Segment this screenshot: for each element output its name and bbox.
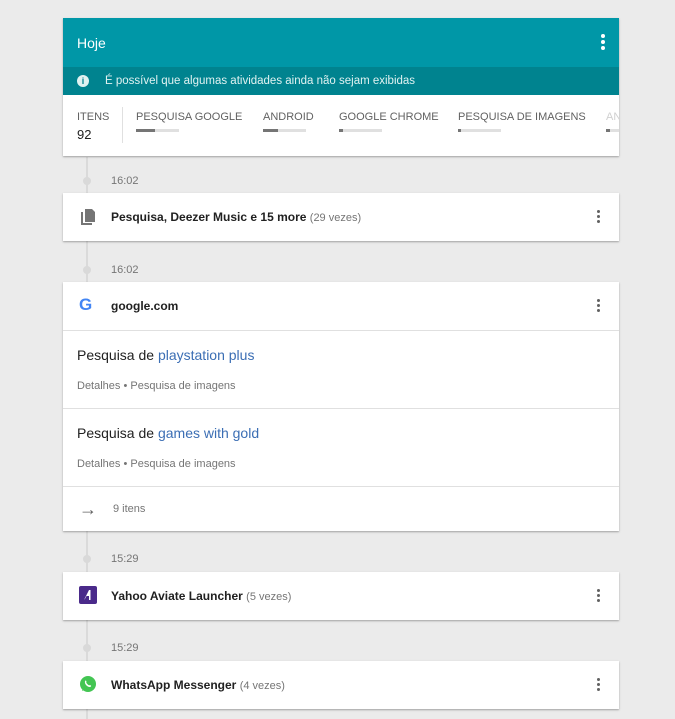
day-header: Hoje — [63, 18, 619, 67]
stat-bar — [606, 129, 619, 132]
search-line: Pesquisa de playstation plus — [77, 347, 605, 363]
search-item[interactable]: Pesquisa de games with gold Detalhes • P… — [63, 409, 619, 486]
activity-title-text: WhatsApp Messenger — [111, 678, 237, 692]
activity-count: (4 vezes) — [239, 680, 285, 692]
stat-bar — [458, 129, 501, 132]
activity-title: Yahoo Aviate Launcher (5 vezes) — [111, 589, 291, 603]
search-meta[interactable]: Detalhes • Pesquisa de imagens — [77, 458, 605, 470]
stat-label: ANDROID — [263, 111, 314, 123]
stat-divider — [122, 107, 123, 143]
stat-android-partial[interactable]: AN — [606, 111, 619, 132]
stat-pesquisa-imagens[interactable]: PESQUISA DE IMAGENS — [458, 111, 586, 132]
stat-items: ITENS 92 — [77, 111, 109, 142]
more-options-icon[interactable] — [597, 299, 601, 314]
day-summary-card: Hoje i É possível que algumas atividades… — [63, 18, 619, 156]
stat-bar-fill — [263, 129, 279, 132]
search-line: Pesquisa de games with gold — [77, 425, 605, 441]
activity-row[interactable]: G google.com — [63, 282, 619, 330]
activity-card: G google.com Pesquisa de playstation plu… — [63, 282, 619, 531]
arrow-right-icon: → — [79, 499, 97, 519]
entry-time: 15:29 — [111, 553, 139, 565]
stat-android[interactable]: ANDROID — [263, 111, 314, 132]
stat-google-chrome[interactable]: GOOGLE CHROME — [339, 111, 439, 132]
search-prefix: Pesquisa de — [77, 347, 155, 363]
activity-title-text: Pesquisa, Deezer Music e 15 more — [111, 210, 307, 224]
search-prefix: Pesquisa de — [77, 425, 155, 441]
entry-time: 16:02 — [111, 264, 139, 276]
notice-text: É possível que algumas atividades ainda … — [105, 75, 416, 87]
entry-time: 15:29 — [111, 642, 139, 654]
stat-label: AN — [606, 111, 619, 123]
search-item[interactable]: Pesquisa de playstation plus Detalhes • … — [63, 331, 619, 408]
activity-count: (29 vezes) — [309, 212, 362, 224]
activity-title: Pesquisa, Deezer Music e 15 more (29 vez… — [111, 210, 361, 224]
activity-title-text: Yahoo Aviate Launcher — [111, 589, 243, 603]
stat-bar-fill — [136, 129, 156, 132]
stat-bar-fill — [606, 129, 611, 132]
stat-bar — [339, 129, 382, 132]
stat-bar-fill — [339, 129, 344, 132]
more-items-row[interactable]: → 9 itens — [63, 487, 619, 531]
search-meta[interactable]: Detalhes • Pesquisa de imagens — [77, 380, 605, 392]
timeline-dot — [83, 177, 91, 185]
timeline-dot — [83, 555, 91, 563]
activity-title: google.com — [111, 299, 179, 313]
google-icon: G — [79, 295, 93, 314]
search-query-link[interactable]: playstation plus — [158, 347, 255, 363]
stat-label: PESQUISA GOOGLE — [136, 111, 243, 123]
search-query-link[interactable]: games with gold — [158, 425, 259, 441]
timeline-dot — [83, 644, 91, 652]
stats-bar: ITENS 92 PESQUISA GOOGLE ANDROID GOOGLE … — [63, 95, 619, 156]
more-items-text: 9 itens — [113, 503, 146, 515]
activity-card[interactable]: Pesquisa, Deezer Music e 15 more (29 vez… — [63, 193, 619, 241]
aviate-icon — [79, 586, 97, 604]
stat-label: GOOGLE CHROME — [339, 111, 439, 123]
more-options-icon[interactable] — [597, 589, 601, 604]
activity-row[interactable]: WhatsApp Messenger (4 vezes) — [63, 661, 619, 709]
info-icon: i — [77, 75, 89, 87]
activity-count: (5 vezes) — [246, 591, 292, 603]
info-notice: i É possível que algumas atividades aind… — [63, 67, 619, 95]
entry-time: 16:02 — [111, 175, 139, 187]
activity-card[interactable]: Yahoo Aviate Launcher (5 vezes) — [63, 572, 619, 620]
document-icon — [81, 209, 95, 225]
more-options-icon[interactable] — [597, 678, 601, 693]
stat-bar — [263, 129, 306, 132]
whatsapp-icon — [80, 676, 96, 692]
stat-bar — [136, 129, 179, 132]
activity-title: WhatsApp Messenger (4 vezes) — [111, 678, 285, 692]
stat-label: ITENS — [77, 111, 110, 123]
stat-bar-fill — [458, 129, 462, 132]
activity-card[interactable]: WhatsApp Messenger (4 vezes) — [63, 661, 619, 709]
activity-row[interactable]: Yahoo Aviate Launcher (5 vezes) — [63, 572, 619, 620]
stat-label: PESQUISA DE IMAGENS — [458, 111, 586, 123]
timeline-dot — [83, 266, 91, 274]
day-title: Hoje — [77, 34, 106, 51]
stat-pesquisa-google[interactable]: PESQUISA GOOGLE — [136, 111, 242, 132]
activity-row[interactable]: Pesquisa, Deezer Music e 15 more (29 vez… — [63, 193, 619, 241]
more-options-icon[interactable] — [597, 210, 601, 225]
stat-count: 92 — [77, 127, 92, 142]
more-options-icon[interactable] — [601, 34, 605, 52]
